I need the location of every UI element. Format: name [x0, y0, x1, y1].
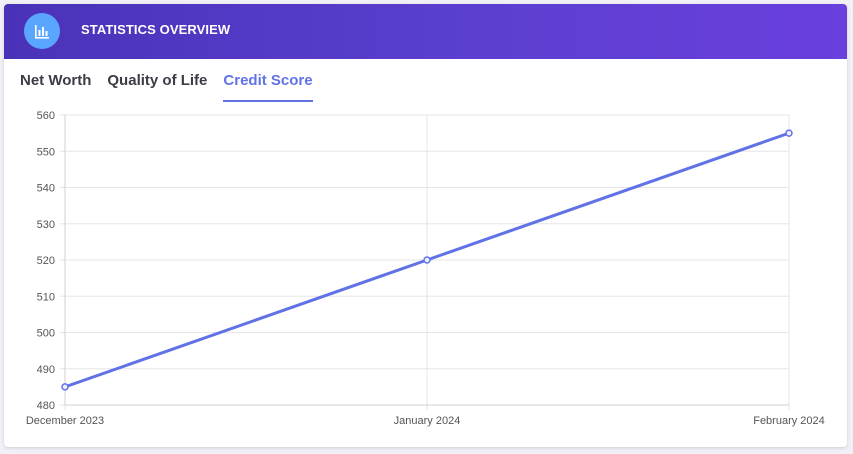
y-tick-label: 500 — [37, 328, 55, 340]
y-tick-label: 540 — [37, 183, 55, 195]
y-tick-label: 510 — [37, 291, 55, 303]
x-tick-label: January 2024 — [394, 415, 461, 427]
y-tick-label: 490 — [37, 364, 55, 376]
y-tick-label: 520 — [37, 255, 55, 267]
y-tick-label: 530 — [37, 219, 55, 231]
data-point — [61, 383, 69, 391]
data-point — [785, 129, 793, 137]
data-point — [423, 256, 431, 264]
y-tick-label: 560 — [37, 110, 55, 122]
x-tick-label: February 2024 — [753, 415, 825, 427]
credit-score-line-chart: 480 490 500 510 520 530 540 550 560 December 2023… — [26, 110, 825, 427]
x-tick-label: December 2023 — [26, 415, 104, 427]
y-tick-label: 480 — [37, 400, 55, 412]
y-tick-label: 550 — [37, 146, 55, 158]
